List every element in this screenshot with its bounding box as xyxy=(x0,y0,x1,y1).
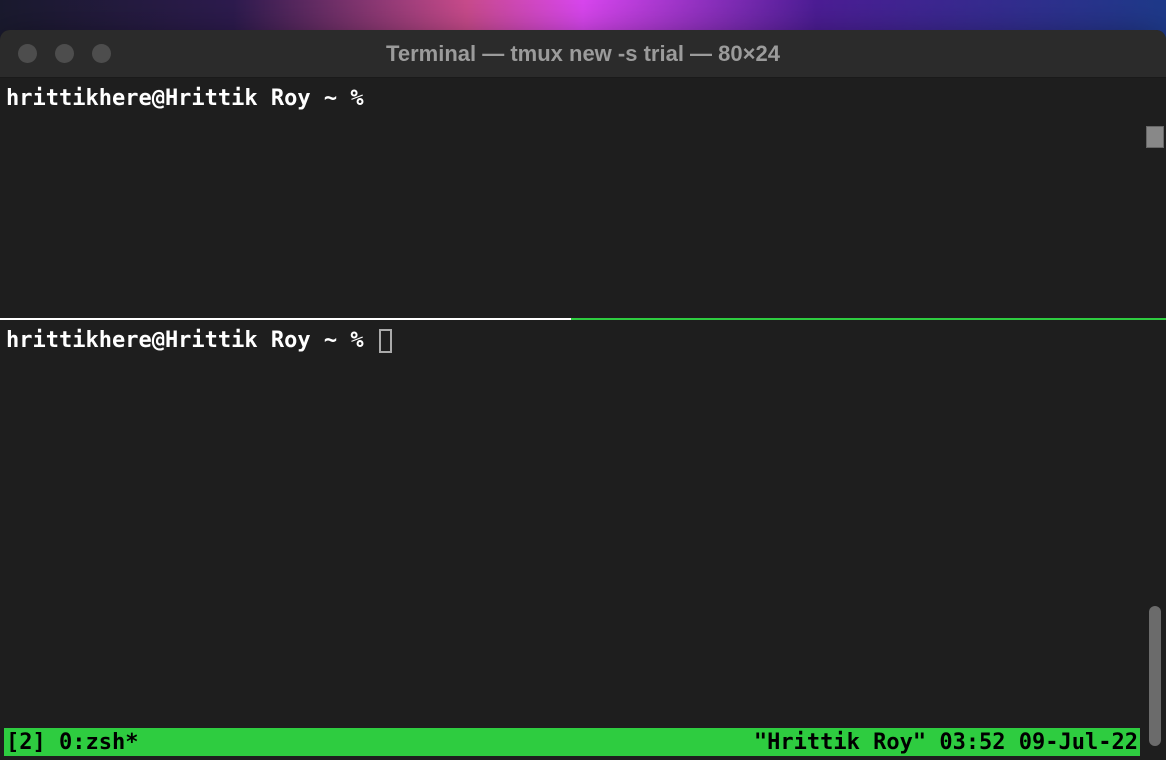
terminal-cursor xyxy=(379,329,392,353)
scroll-marker-icon xyxy=(1146,126,1164,148)
tmux-pane-bottom[interactable]: hrittikhere@Hrittik Roy ~ % xyxy=(0,320,1166,760)
tmux-status-left: [2] 0:zsh* xyxy=(6,730,138,755)
maximize-button[interactable] xyxy=(92,44,111,63)
window-title: Terminal — tmux new -s trial — 80×24 xyxy=(386,41,780,67)
tmux-pane-top[interactable]: hrittikhere@Hrittik Roy ~ % xyxy=(0,78,1166,318)
titlebar[interactable]: Terminal — tmux new -s trial — 80×24 xyxy=(0,30,1166,78)
terminal-body[interactable]: hrittikhere@Hrittik Roy ~ % hrittikhere@… xyxy=(0,78,1166,760)
shell-prompt: hrittikhere@Hrittik Roy ~ % xyxy=(6,86,364,111)
close-button[interactable] xyxy=(18,44,37,63)
minimize-button[interactable] xyxy=(55,44,74,63)
scrollbar[interactable] xyxy=(1146,126,1164,756)
shell-prompt: hrittikhere@Hrittik Roy ~ % xyxy=(6,328,377,353)
terminal-window: Terminal — tmux new -s trial — 80×24 hri… xyxy=(0,30,1166,760)
traffic-lights xyxy=(18,44,111,63)
tmux-status-right: "Hrittik Roy" 03:52 09-Jul-22 xyxy=(754,730,1138,755)
tmux-status-bar[interactable]: [2] 0:zsh* "Hrittik Roy" 03:52 09-Jul-22 xyxy=(4,728,1140,756)
scroll-thumb[interactable] xyxy=(1149,606,1161,746)
